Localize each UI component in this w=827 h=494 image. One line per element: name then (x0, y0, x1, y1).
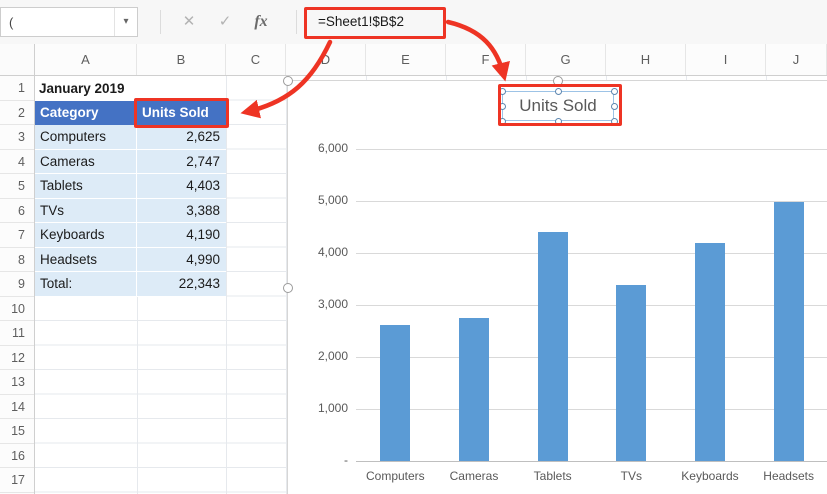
table-cell-label[interactable]: Total: (35, 272, 137, 297)
enter-icon[interactable]: ✓ (212, 7, 238, 37)
fx-icon[interactable]: fx (248, 7, 274, 37)
row-header-7[interactable]: 7 (0, 223, 34, 248)
row-header-12[interactable]: 12 (0, 346, 34, 370)
column-header-h[interactable]: H (606, 44, 686, 75)
row-header-10[interactable]: 10 (0, 297, 34, 321)
table-cell-label[interactable]: Computers (35, 125, 137, 150)
selection-handle[interactable] (283, 283, 293, 293)
row-header-5[interactable]: 5 (0, 174, 34, 199)
table-cell-value[interactable]: 3,388 (137, 198, 226, 223)
x-axis-label[interactable]: Headsets (749, 469, 827, 483)
title-selection-handle[interactable] (498, 117, 506, 125)
table-cell-label[interactable]: Cameras (35, 149, 137, 174)
table-cell-value[interactable]: 2,747 (137, 149, 226, 174)
name-box[interactable]: ( ▾ (0, 7, 138, 37)
chart-gridline (356, 201, 827, 202)
chart-gridline (356, 149, 827, 150)
selection-handle[interactable] (553, 76, 563, 86)
selection-handle[interactable] (283, 76, 293, 86)
title-selection-handle[interactable] (610, 87, 618, 95)
chart-gridline (356, 253, 827, 254)
row-header-8[interactable]: 8 (0, 248, 34, 272)
divider (296, 10, 297, 34)
y-axis-label[interactable]: 5,000 (296, 193, 348, 207)
bar-cameras[interactable] (459, 318, 489, 461)
sheet-grid[interactable]: January 2019 Category Units Sold Computers 2… (0, 76, 827, 494)
row-header-4[interactable]: 4 (0, 150, 34, 174)
column-header-f[interactable]: F (446, 44, 526, 75)
row-header-9[interactable]: 9 (0, 272, 34, 297)
cell-a1[interactable]: January 2019 (35, 76, 226, 101)
table-cell-label[interactable]: Headsets (35, 247, 137, 272)
y-axis-label[interactable]: 1,000 (296, 401, 348, 415)
title-selection-handle[interactable] (498, 102, 506, 110)
x-axis-label[interactable]: Tablets (513, 469, 592, 483)
table-header-cell[interactable]: Category (35, 100, 137, 125)
row-header-11[interactable]: 11 (0, 321, 34, 346)
bar-keyboards[interactable] (695, 243, 725, 461)
bar-tvs[interactable] (616, 284, 647, 461)
chart-gridline (356, 305, 827, 306)
chart-gridline (356, 357, 827, 358)
column-headers: ABCDEFGHIJ (0, 44, 827, 76)
x-axis-label[interactable]: TVs (592, 469, 671, 483)
row-header-13[interactable]: 13 (0, 370, 34, 395)
row-header-1[interactable]: 1 (0, 76, 34, 101)
excel-window: ( ▾ ✕ ✓ fx =Sheet1!$B$2 ABCDEFGHIJ Janua… (0, 0, 827, 494)
divider (160, 10, 161, 34)
formula-bar: ( ▾ ✕ ✓ fx =Sheet1!$B$2 (0, 0, 827, 45)
y-axis-label[interactable]: 4,000 (296, 245, 348, 259)
title-selection-handle[interactable] (554, 87, 562, 95)
row-header-17[interactable]: 17 (0, 468, 34, 493)
cancel-icon[interactable]: ✕ (176, 7, 202, 37)
title-selection-handle[interactable] (610, 117, 618, 125)
title-selection-handle[interactable] (554, 117, 562, 125)
name-box-dropdown-icon[interactable]: ▾ (114, 8, 137, 36)
table-cell-label[interactable]: Keyboards (35, 223, 137, 248)
table-cell-label[interactable]: TVs (35, 198, 137, 223)
bar-computers[interactable] (380, 324, 411, 461)
column-header-e[interactable]: E (366, 44, 446, 75)
column-header-i[interactable]: I (686, 44, 766, 75)
formula-input[interactable]: =Sheet1!$B$2 (318, 0, 404, 44)
y-axis-label[interactable]: 3,000 (296, 297, 348, 311)
table-cell-value[interactable]: 2,625 (137, 125, 226, 150)
select-all-corner[interactable] (0, 44, 35, 75)
row-header-15[interactable]: 15 (0, 419, 34, 444)
table-cell-value[interactable]: 4,403 (137, 174, 226, 199)
x-axis-label[interactable]: Keyboards (671, 469, 750, 483)
column-header-c[interactable]: C (226, 44, 286, 75)
row-header-6[interactable]: 6 (0, 199, 34, 223)
column-header-b[interactable]: B (137, 44, 226, 75)
bar-tablets[interactable] (537, 232, 568, 461)
table-header-cell[interactable]: Units Sold (137, 100, 226, 125)
table-cell-value[interactable]: 4,990 (137, 247, 226, 272)
row-header-3[interactable]: 3 (0, 125, 34, 150)
y-axis-label[interactable]: 6,000 (296, 141, 348, 155)
column-header-a[interactable]: A (35, 44, 137, 75)
row-header-14[interactable]: 14 (0, 395, 34, 419)
y-axis-label[interactable]: - (296, 453, 348, 467)
table-cell-label[interactable]: Tablets (35, 174, 137, 199)
x-axis-label[interactable]: Computers (356, 469, 435, 483)
row-header-2[interactable]: 2 (0, 101, 34, 125)
column-header-j[interactable]: J (766, 44, 827, 75)
chart-plot-area[interactable] (356, 149, 827, 462)
chart-title[interactable]: Units Sold (502, 91, 614, 121)
chart[interactable]: Units Sold - 1,000 2,000 3,000 4,000 5,000 6,0… (283, 76, 827, 494)
x-axis-label[interactable]: Cameras (435, 469, 514, 483)
column-header-g[interactable]: G (526, 44, 606, 75)
title-selection-handle[interactable] (498, 87, 506, 95)
table-cell-value[interactable]: 22,343 (137, 272, 226, 297)
gridline (226, 76, 227, 494)
title-selection-handle[interactable] (610, 102, 618, 110)
row-header-16[interactable]: 16 (0, 444, 34, 468)
table-cell-value[interactable]: 4,190 (137, 223, 226, 248)
name-box-value: ( (9, 14, 14, 30)
row-headers: 1 2 3 4 5 6 7 8 9 10 11 12 13 14 15 16 17 (0, 76, 35, 494)
column-header-d[interactable]: D (286, 44, 366, 75)
chart-gridline (356, 409, 827, 410)
bar-headsets[interactable] (773, 201, 804, 461)
y-axis-label[interactable]: 2,000 (296, 349, 348, 363)
